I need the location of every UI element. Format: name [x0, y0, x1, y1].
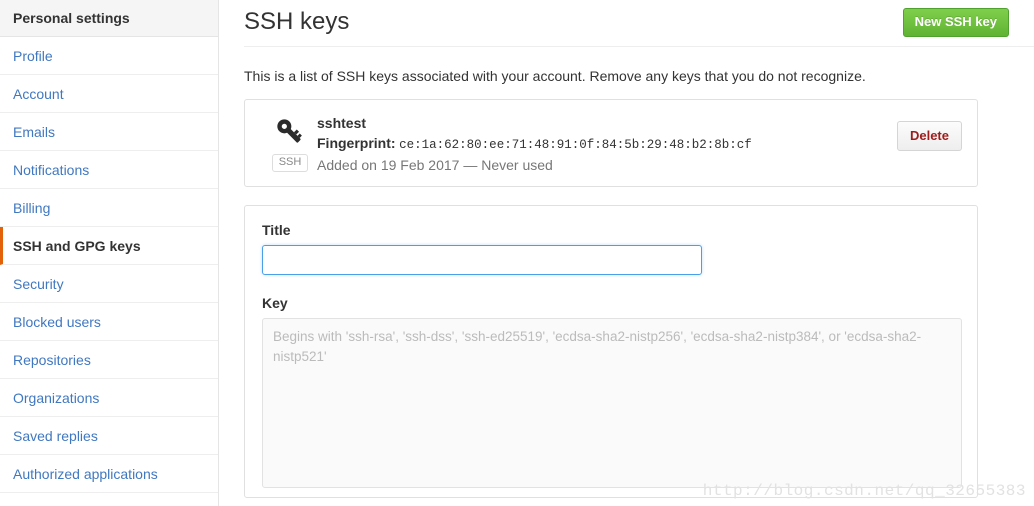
key-icon: [277, 119, 302, 143]
main-content: SSH keys New SSH key This is a list of S…: [219, 0, 1034, 506]
sidebar-item-blocked-users[interactable]: Blocked users: [0, 303, 218, 341]
sidebar-item-security[interactable]: Security: [0, 265, 218, 303]
sidebar-item-account[interactable]: Account: [0, 75, 218, 113]
fingerprint-value: ce:1a:62:80:ee:71:48:91:0f:84:5b:29:48:b…: [399, 138, 752, 152]
sidebar-item-profile[interactable]: Profile: [0, 37, 218, 75]
fingerprint-label: Fingerprint:: [317, 135, 396, 151]
sidebar-item-emails[interactable]: Emails: [0, 113, 218, 151]
delete-key-button[interactable]: Delete: [896, 121, 962, 151]
key-icon-column: SSH: [263, 113, 317, 172]
title-field-label: Title: [262, 222, 291, 238]
settings-page: Personal settings Profile Account Emails No…: [0, 0, 1034, 506]
sidebar-item-list: Profile Account Emails Notifications Billing…: [0, 37, 218, 493]
sidebar-item-saved-replies[interactable]: Saved replies: [0, 417, 218, 455]
key-fingerprint-row: Fingerprint: ce:1a:62:80:ee:71:48:91:0f:…: [317, 133, 897, 155]
sidebar-item-repositories[interactable]: Repositories: [0, 341, 218, 379]
key-details: sshtest Fingerprint: ce:1a:62:80:ee:71:4…: [317, 113, 897, 175]
key-field-group: Key: [262, 295, 962, 491]
new-ssh-key-button[interactable]: New SSH key: [902, 8, 1009, 37]
sidebar-item-notifications[interactable]: Notifications: [0, 151, 218, 189]
sidebar-item-authorized-applications[interactable]: Authorized applications: [0, 455, 218, 493]
key-added-meta: Added on 19 Feb 2017 — Never used: [317, 157, 553, 173]
key-content-textarea[interactable]: [262, 318, 962, 488]
sidebar-item-organizations[interactable]: Organizations: [0, 379, 218, 417]
sidebar-item-ssh-and-gpg-keys[interactable]: SSH and GPG keys: [0, 227, 218, 265]
ssh-type-badge: SSH: [271, 154, 309, 172]
page-header: SSH keys New SSH key: [244, 0, 1034, 47]
key-field-label: Key: [262, 295, 288, 311]
page-title: SSH keys: [244, 8, 350, 35]
settings-sidebar: Personal settings Profile Account Emails No…: [0, 0, 219, 506]
key-title: sshtest: [317, 115, 367, 131]
intro-description: This is a list of SSH keys associated wi…: [244, 68, 866, 84]
sidebar-header: Personal settings: [0, 0, 218, 37]
new-key-form: Title Key: [244, 205, 978, 498]
sidebar-item-billing[interactable]: Billing: [0, 189, 218, 227]
key-title-input[interactable]: [262, 245, 702, 275]
ssh-key-item: SSH sshtest Fingerprint: ce:1a:62:80:ee:…: [244, 99, 978, 187]
